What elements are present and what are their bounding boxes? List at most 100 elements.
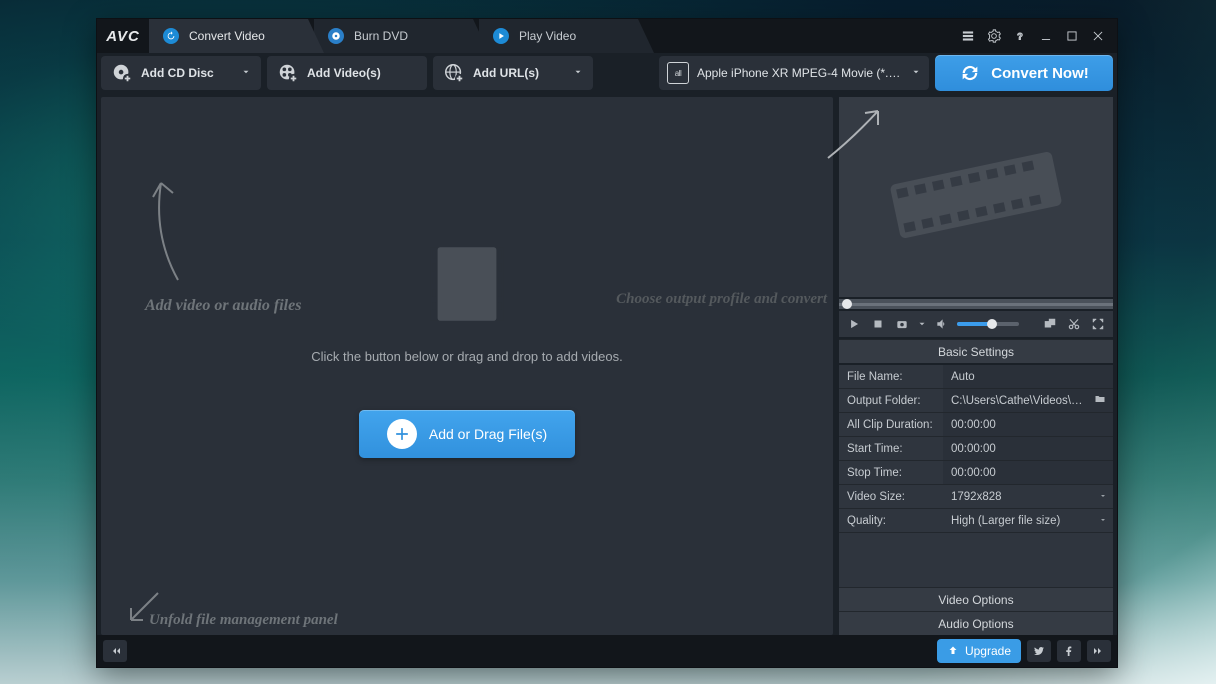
setting-key: Video Size: [839, 485, 943, 508]
chevron-down-icon [1099, 515, 1107, 527]
facebook-icon[interactable] [1057, 640, 1081, 662]
tabs: Convert Video Burn DVD Play Video [149, 19, 957, 53]
hint-text: Add video or audio files [145, 297, 301, 315]
setting-row-start-time: Start Time: 00:00:00 [839, 437, 1113, 461]
hint-arrow-icon [143, 175, 193, 290]
disc-icon [328, 28, 344, 44]
setting-row-video-size: Video Size: 1792x828 [839, 485, 1113, 509]
detach-icon[interactable] [1041, 315, 1059, 333]
setting-key: Quality: [839, 509, 943, 532]
output-profile-select[interactable]: all Apple iPhone XR MPEG-4 Movie (*.m… [659, 56, 929, 90]
drop-zone[interactable]: Add video or audio files Choose output p… [101, 97, 833, 635]
globe-plus-icon [443, 62, 465, 84]
convert-label: Convert Now! [991, 65, 1089, 82]
maximize-icon[interactable] [1061, 26, 1083, 46]
film-reel-icon [866, 135, 1086, 260]
settings-empty [839, 533, 1113, 587]
select-value: High (Larger file size) [951, 515, 1060, 527]
help-icon[interactable]: ? [1009, 26, 1031, 46]
folder-icon[interactable] [1093, 393, 1107, 408]
close-icon[interactable] [1087, 26, 1109, 46]
snapshot-button[interactable] [893, 315, 911, 333]
tab-convert-video[interactable]: Convert Video [149, 19, 324, 53]
add-cd-disc-button[interactable]: Add CD Disc [101, 56, 261, 90]
video-options-button[interactable]: Video Options [839, 587, 1113, 611]
audio-options-button[interactable]: Audio Options [839, 611, 1113, 635]
expand-panel-button[interactable] [1087, 640, 1111, 662]
volume-icon[interactable] [933, 315, 951, 333]
twitter-icon[interactable] [1027, 640, 1051, 662]
plus-circle-icon [387, 419, 417, 449]
chevron-down-icon [1099, 491, 1107, 503]
setting-row-filename: File Name: Auto [839, 365, 1113, 389]
quality-select[interactable]: High (Larger file size) [943, 509, 1113, 532]
toolbar: Add CD Disc Add Video(s) Add URL(s) all … [97, 53, 1117, 93]
tab-burn-dvd[interactable]: Burn DVD [314, 19, 489, 53]
convert-now-button[interactable]: Convert Now! [935, 55, 1113, 91]
select-value: 1792x828 [951, 491, 1002, 503]
add-videos-button[interactable]: Add Video(s) [267, 56, 427, 90]
setting-value[interactable]: C:\Users\Cathe\Videos\… [943, 389, 1113, 412]
svg-text:?: ? [1017, 32, 1023, 42]
minimize-icon[interactable] [1035, 26, 1057, 46]
tool-label: Add URL(s) [473, 66, 539, 80]
profile-all-icon: all [667, 62, 689, 84]
add-button-label: Add or Drag File(s) [429, 426, 547, 442]
seek-thumb[interactable] [842, 299, 852, 309]
app-window: AVC Convert Video Burn DVD Play Video [96, 18, 1118, 668]
video-size-select[interactable]: 1792x828 [943, 485, 1113, 508]
folder-path: C:\Users\Cathe\Videos\… [951, 395, 1093, 407]
refresh-icon [163, 28, 179, 44]
seek-bar[interactable] [839, 299, 1113, 309]
play-icon [493, 28, 509, 44]
setting-key: Stop Time: [839, 461, 943, 484]
upgrade-label: Upgrade [965, 644, 1011, 658]
setting-key: File Name: [839, 365, 943, 388]
status-bar: Upgrade [97, 635, 1117, 667]
hint-text: Choose output profile and convert [567, 291, 827, 308]
tool-label: Add CD Disc [141, 66, 214, 80]
tab-label: Convert Video [189, 29, 265, 43]
cut-icon[interactable] [1065, 315, 1083, 333]
tool-label: Add Video(s) [307, 66, 381, 80]
stop-button[interactable] [869, 315, 887, 333]
settings-icon[interactable] [983, 26, 1005, 46]
play-button[interactable] [845, 315, 863, 333]
setting-key: All Clip Duration: [839, 413, 943, 436]
profile-label: Apple iPhone XR MPEG-4 Movie (*.m… [697, 66, 903, 80]
chevron-down-icon [241, 66, 251, 80]
setting-key: Output Folder: [839, 389, 943, 412]
setting-value[interactable]: 00:00:00 [943, 461, 1113, 484]
hint-text: Unfold file management panel [149, 612, 338, 629]
collapse-panel-button[interactable] [103, 640, 127, 662]
chevron-down-icon [911, 66, 921, 80]
basic-settings-header: Basic Settings [839, 339, 1113, 363]
convert-icon [959, 62, 981, 84]
add-or-drag-files-button[interactable]: Add or Drag File(s) [359, 410, 575, 458]
basic-settings-panel: File Name: Auto Output Folder: C:\Users\… [839, 365, 1113, 635]
tab-play-video[interactable]: Play Video [479, 19, 654, 53]
volume-slider[interactable] [957, 322, 1019, 326]
setting-value: 00:00:00 [943, 413, 1113, 436]
upgrade-button[interactable]: Upgrade [937, 639, 1021, 663]
player-controls [839, 311, 1113, 337]
setting-key: Start Time: [839, 437, 943, 460]
setting-value[interactable]: Auto [943, 365, 1113, 388]
preview-area [839, 97, 1113, 297]
add-urls-button[interactable]: Add URL(s) [433, 56, 593, 90]
setting-row-clip-duration: All Clip Duration: 00:00:00 [839, 413, 1113, 437]
setting-row-stop-time: Stop Time: 00:00:00 [839, 461, 1113, 485]
film-placeholder-icon [421, 238, 513, 335]
disc-plus-icon [111, 62, 133, 84]
tab-label: Play Video [519, 29, 576, 43]
app-logo: AVC [97, 28, 149, 45]
setting-value[interactable]: 00:00:00 [943, 437, 1113, 460]
menu-icon[interactable] [957, 26, 979, 46]
titlebar: AVC Convert Video Burn DVD Play Video [97, 19, 1117, 53]
titlebar-controls: ? [957, 26, 1117, 46]
film-plus-icon [277, 62, 299, 84]
fullscreen-icon[interactable] [1089, 315, 1107, 333]
body: Add video or audio files Choose output p… [97, 93, 1117, 635]
chevron-down-icon[interactable] [917, 315, 927, 333]
chevron-down-icon [573, 66, 583, 80]
